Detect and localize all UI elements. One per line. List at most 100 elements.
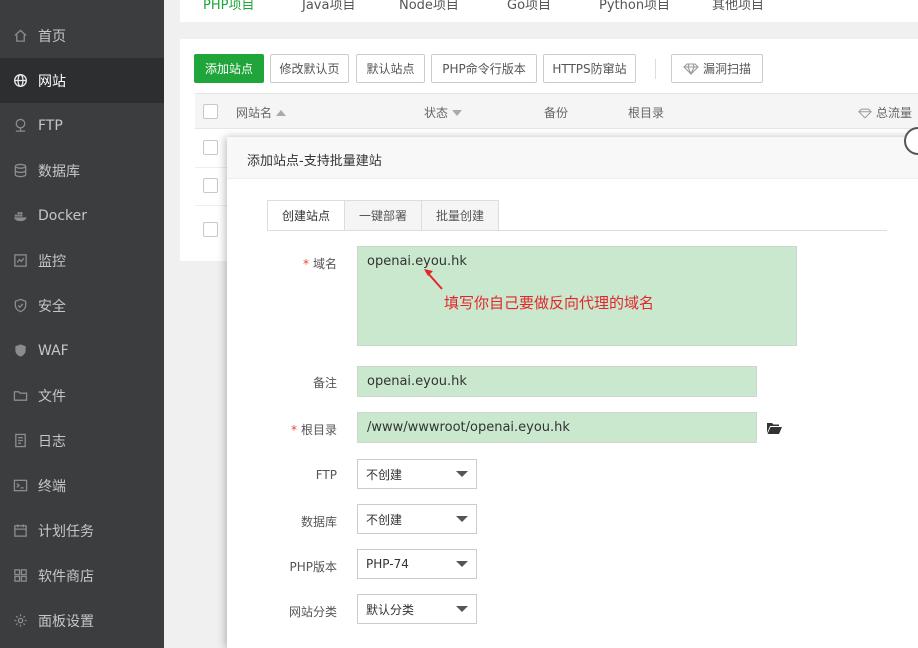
sidebar-item-label: WAF [38,342,69,359]
https-protect-button[interactable]: HTTPS防窜站 [543,54,636,83]
sidebar-item-settings[interactable]: 面板设置 [0,598,164,643]
sidebar-item-label: 首页 [38,28,66,45]
sidebar-item-label: 日志 [38,433,66,450]
toolbar-divider [655,59,656,79]
tab-python-project[interactable]: Python项目 [599,0,670,13]
monitor-icon [12,253,28,269]
sidebar-item-terminal[interactable]: 终端 [0,463,164,508]
ftp-select[interactable]: 不创建 [357,459,477,489]
tab-batch-create[interactable]: 批量创建 [422,200,500,231]
sidebar-item-label: 面板设置 [38,613,94,630]
database-select[interactable]: 不创建 [357,504,477,534]
modal-header: 添加站点-支持批量建站 [227,137,918,179]
default-site-button[interactable]: 默认站点 [356,54,425,83]
row-checkbox[interactable] [203,178,218,193]
add-site-modal: 添加站点-支持批量建站 创建站点 一键部署 批量创建 * 域名 openai.ey… [227,127,918,648]
sidebar-item-website[interactable]: 网站 [0,58,164,103]
sidebar: 首页 网站 FTP 数据库 Docker 监控 安全 WAF 文件 日志 终端 [0,0,164,648]
folder-open-icon[interactable] [767,422,782,438]
tab-php-project[interactable]: PHP项目 [203,0,254,13]
sidebar-item-label: 数据库 [38,163,80,180]
sidebar-item-logs[interactable]: 日志 [0,418,164,463]
php-cli-version-button[interactable]: PHP命令行版本 [431,54,537,83]
tab-create-site[interactable]: 创建站点 [267,200,346,231]
sidebar-item-store[interactable]: 软件商店 [0,553,164,598]
root-dir-label: * 根目录 [290,423,337,437]
add-site-button[interactable]: 添加站点 [194,54,264,83]
edit-default-page-button[interactable]: 修改默认页 [270,54,349,83]
project-tabs: PHP项目 Java项目 Node项目 Go项目 Python项目 其他项目 [180,0,918,22]
sidebar-item-security[interactable]: 安全 [0,283,164,328]
sidebar-item-cron[interactable]: 计划任务 [0,508,164,553]
waf-shield-icon [12,343,28,359]
sidebar-item-label: FTP [38,117,63,134]
sort-down-icon [452,110,463,116]
grid-icon [12,568,28,584]
diamond-icon [683,62,699,75]
remark-input[interactable]: openai.eyou.hk [357,366,757,397]
modal-tabs: 创建站点 一键部署 批量创建 [267,200,500,231]
tab-java-project[interactable]: Java项目 [302,0,355,13]
remark-label: 备注 [312,376,337,390]
terminal-icon [12,478,28,494]
sidebar-item-label: 监控 [38,253,66,270]
sidebar-item-label: 文件 [38,388,66,405]
site-table-header: 网站名 状态 备份 根目录 总流量 [195,93,918,129]
sidebar-item-label: 计划任务 [38,523,94,540]
row-checkbox[interactable] [203,222,218,237]
tabs-divider [267,230,887,231]
php-version-select[interactable]: PHP-74 [357,549,477,579]
sidebar-item-label: 终端 [38,478,66,495]
sidebar-item-label: 安全 [38,298,66,315]
php-version-label: PHP版本 [289,560,338,574]
gear-icon [12,613,28,629]
sidebar-item-waf[interactable]: WAF [0,328,164,373]
col-status[interactable]: 状态 [424,104,463,121]
diamond-icon [858,108,872,119]
site-category-label: 网站分类 [288,605,337,619]
col-total-traffic: 总流量 [858,104,912,121]
docker-icon [12,208,28,224]
folder-icon [12,388,28,404]
sidebar-item-docker[interactable]: Docker [0,193,164,238]
sidebar-item-label: Docker [38,207,88,224]
domain-label: * 域名 [302,257,337,271]
col-root-dir: 根目录 [628,106,665,120]
sort-up-icon [276,110,287,116]
sidebar-item-label: 网站 [38,73,66,90]
col-site-name[interactable]: 网站名 [236,104,287,121]
log-icon [12,433,28,449]
sidebar-item-files[interactable]: 文件 [0,373,164,418]
ftp-icon [12,118,28,134]
vuln-scan-button[interactable]: 漏洞扫描 [671,54,763,83]
site-category-select[interactable]: 默认分类 [357,594,477,624]
calendar-icon [12,523,28,539]
vuln-scan-label: 漏洞扫描 [702,62,751,76]
database-label: 数据库 [300,515,337,529]
sidebar-item-ftp[interactable]: FTP [0,103,164,148]
chevron-down-icon [456,561,468,567]
sidebar-item-database[interactable]: 数据库 [0,148,164,193]
modal-title: 添加站点-支持批量建站 [247,154,382,169]
root-dir-input[interactable]: /www/wwwroot/openai.eyou.hk [357,412,757,443]
chevron-down-icon [456,471,468,477]
tab-other-project[interactable]: 其他项目 [712,0,764,13]
annotation-arrow-icon [424,269,443,290]
select-all-checkbox[interactable] [203,104,218,119]
col-backup: 备份 [544,106,569,120]
sidebar-item-label: 软件商店 [38,568,94,585]
tab-node-project[interactable]: Node项目 [399,0,459,13]
home-icon [12,28,28,44]
sidebar-item-monitor[interactable]: 监控 [0,238,164,283]
ftp-label: FTP [315,468,337,482]
globe-icon [12,73,28,89]
tab-one-click-deploy[interactable]: 一键部署 [345,200,423,231]
shield-icon [12,298,28,314]
sidebar-item-home[interactable]: 首页 [0,13,164,58]
chevron-down-icon [456,606,468,612]
chevron-down-icon [456,516,468,522]
tab-go-project[interactable]: Go项目 [507,0,551,13]
annotation-text: 填写你自己要做反向代理的域名 [444,294,655,312]
row-checkbox[interactable] [203,140,218,155]
database-icon [12,163,28,179]
